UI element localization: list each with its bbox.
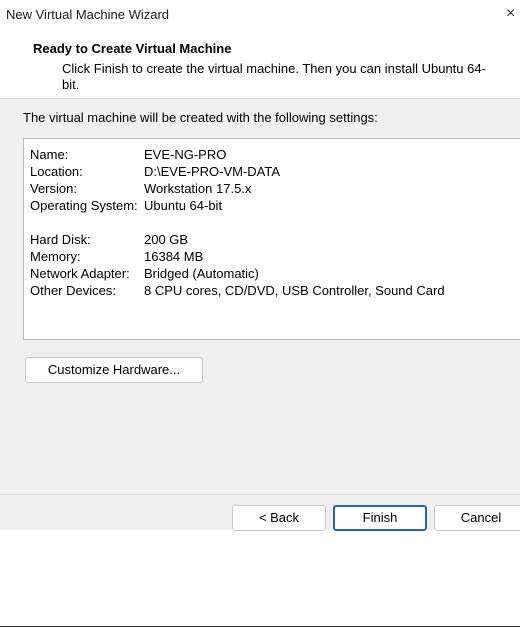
close-icon[interactable]: × (506, 0, 520, 30)
customize-hardware-button[interactable]: Customize Hardware... (25, 357, 203, 383)
setting-label: Location: (30, 164, 83, 179)
setting-label: Other Devices: (30, 283, 116, 298)
setting-value: EVE-NG-PRO (144, 147, 227, 162)
setting-value: Workstation 17.5.x (144, 181, 252, 196)
back-button[interactable]: < Back (232, 505, 326, 531)
setting-value: Ubuntu 64-bit (144, 198, 223, 213)
wizard-header: Ready to Create Virtual Machine Click Fi… (0, 30, 520, 99)
finish-button[interactable]: Finish (333, 505, 427, 531)
wizard-window: New Virtual Machine Wizard × Ready to Cr… (0, 0, 520, 531)
cancel-button[interactable]: Cancel (434, 505, 520, 531)
setting-value: 8 CPU cores, CD/DVD, USB Controller, Sou… (144, 283, 445, 298)
setting-label: Name: (30, 147, 69, 162)
setting-value: 200 GB (144, 232, 189, 247)
setting-value: D:\EVE-PRO-VM-DATA (144, 164, 281, 179)
page-description: Click Finish to create the virtual machi… (62, 61, 486, 92)
footer-divider (0, 494, 520, 495)
setting-label: Operating System: (30, 198, 138, 213)
settings-intro: The virtual machine will be created with… (23, 110, 378, 125)
page-title: Ready to Create Virtual Machine (33, 41, 232, 56)
setting-label: Network Adapter: (30, 266, 130, 281)
setting-value: Bridged (Automatic) (144, 266, 259, 281)
settings-summary: Name: EVE-NG-PRO Location: D:\EVE-PRO-VM… (23, 138, 520, 340)
setting-value: 16384 MB (144, 249, 204, 264)
window-title: New Virtual Machine Wizard (6, 7, 170, 22)
setting-label: Hard Disk: (30, 232, 91, 247)
setting-label: Version: (30, 181, 77, 196)
title-bar: New Virtual Machine Wizard × (0, 0, 520, 30)
setting-label: Memory: (30, 249, 81, 264)
